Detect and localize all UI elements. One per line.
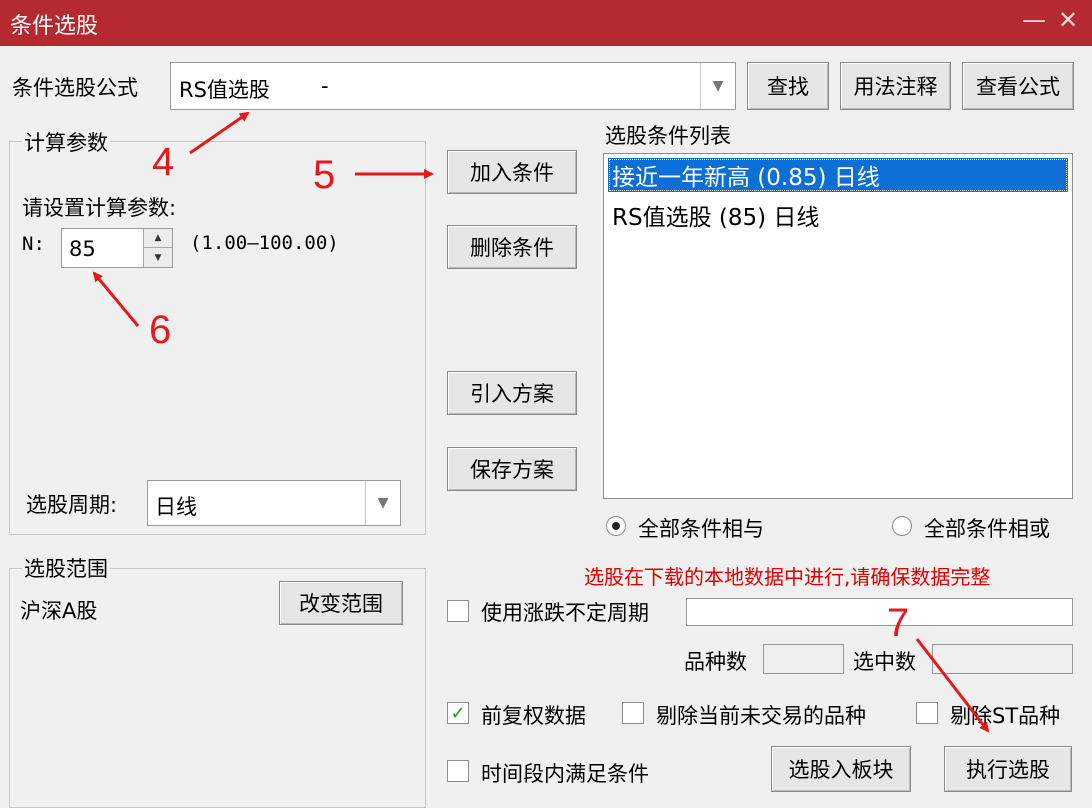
arrow-4: [189, 111, 250, 155]
arrow-7: [915, 638, 990, 733]
annotation-4: 4: [152, 140, 175, 184]
annotation-7: 7: [887, 601, 910, 645]
arrow-6: [92, 271, 140, 327]
annotation-6: 6: [149, 308, 172, 352]
annotation-5: 5: [313, 153, 336, 197]
annotation-arrows: [92, 111, 990, 733]
